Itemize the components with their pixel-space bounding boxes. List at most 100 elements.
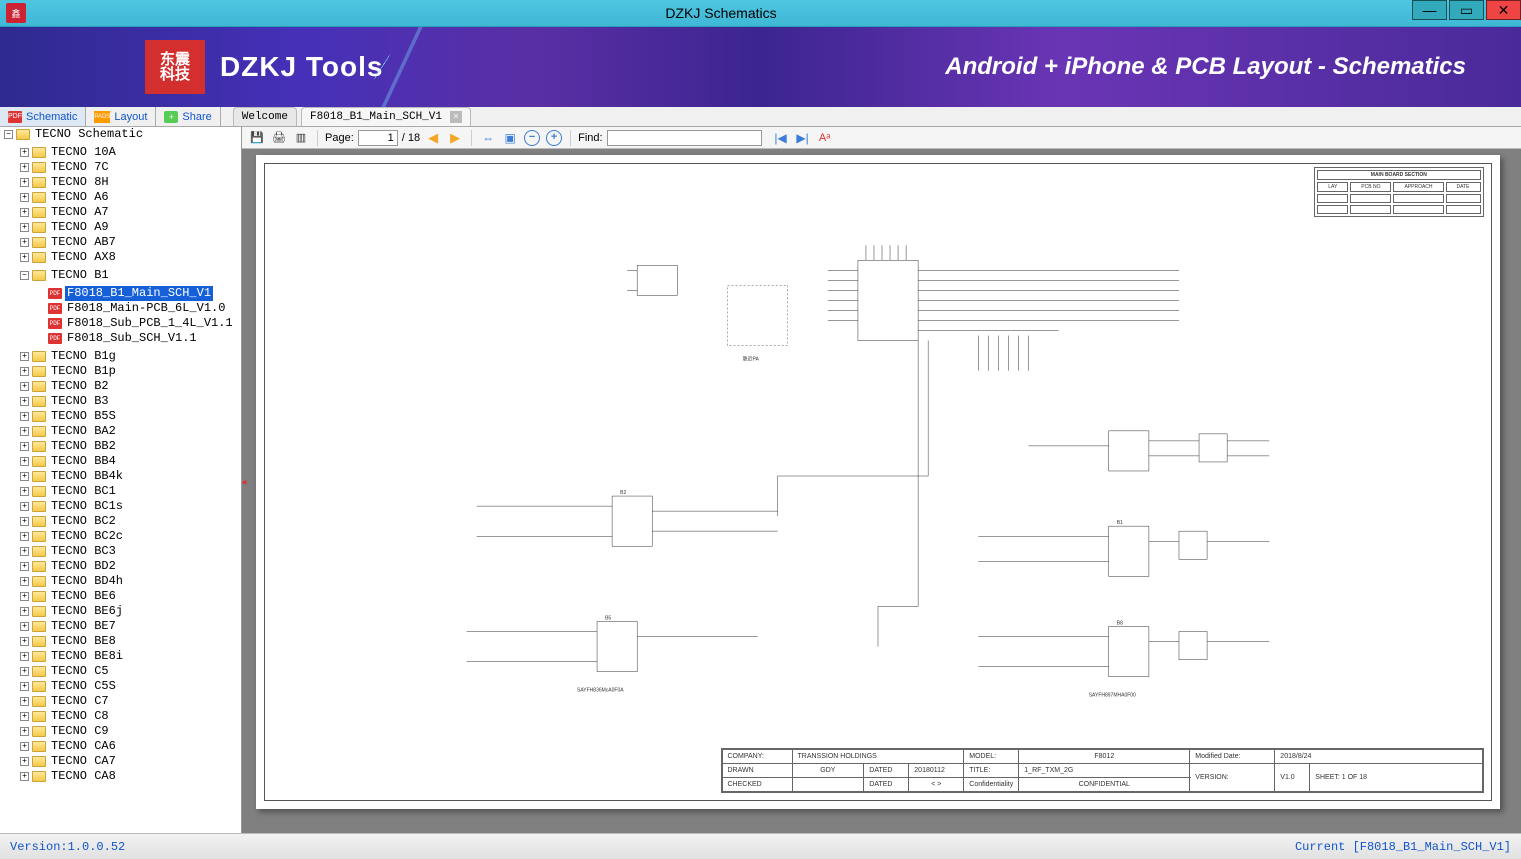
page-input[interactable] — [358, 130, 398, 146]
tree-item[interactable]: +TECNO BE6 — [20, 589, 241, 604]
expand-icon[interactable]: + — [20, 397, 29, 406]
prev-page-button[interactable]: ◀ — [424, 129, 442, 147]
tree-item[interactable]: +TECNO AX8 — [20, 250, 241, 265]
expand-icon[interactable]: + — [20, 352, 29, 361]
doc-viewport[interactable]: MAIN BOARD SECTION LAY PCB NO APPROACH D… — [242, 149, 1521, 833]
expand-icon[interactable]: + — [20, 622, 29, 631]
fit-page-button[interactable]: ▣ — [501, 129, 519, 147]
collapse-icon[interactable]: − — [20, 271, 29, 280]
tree-item[interactable]: +TECNO C7 — [20, 694, 241, 709]
tree-item[interactable]: +TECNO BB4 — [20, 454, 241, 469]
tree-item[interactable]: +TECNO BD2 — [20, 559, 241, 574]
minimize-button[interactable]: — — [1412, 0, 1447, 20]
tree-item[interactable]: +TECNO B1p — [20, 364, 241, 379]
expand-icon[interactable]: + — [20, 577, 29, 586]
tree-file[interactable]: PDFF8018_Sub_SCH_V1.1 — [36, 331, 241, 346]
tree-item[interactable]: +TECNO CA7 — [20, 754, 241, 769]
collapse-icon[interactable]: − — [4, 130, 13, 139]
expand-icon[interactable]: + — [20, 148, 29, 157]
tree-item[interactable]: +TECNO C5 — [20, 664, 241, 679]
expand-icon[interactable]: + — [20, 382, 29, 391]
tree-file[interactable]: PDFF8018_Main-PCB_6L_V1.0 — [36, 301, 241, 316]
expand-icon[interactable]: + — [20, 652, 29, 661]
tree-item[interactable]: +TECNO BC2 — [20, 514, 241, 529]
tree-item[interactable]: +TECNO BB2 — [20, 439, 241, 454]
expand-icon[interactable]: + — [20, 442, 29, 451]
expand-icon[interactable]: + — [20, 502, 29, 511]
expand-icon[interactable]: + — [20, 487, 29, 496]
tree-item[interactable]: +TECNO 7C — [20, 160, 241, 175]
expand-icon[interactable]: + — [20, 772, 29, 781]
tree-item[interactable]: +TECNO B3 — [20, 394, 241, 409]
find-prev-button[interactable]: |◀ — [772, 129, 790, 147]
tree-item[interactable]: +TECNO BC1s — [20, 499, 241, 514]
tree-item[interactable]: +TECNO B2 — [20, 379, 241, 394]
expand-icon[interactable]: + — [20, 682, 29, 691]
expand-icon[interactable]: + — [20, 712, 29, 721]
tree-item[interactable]: +TECNO BA2 — [20, 424, 241, 439]
expand-icon[interactable]: + — [20, 667, 29, 676]
find-next-button[interactable]: ▶| — [794, 129, 812, 147]
expand-icon[interactable]: + — [20, 412, 29, 421]
tree-item-b1[interactable]: − TECNO B1 PDFF8018_B1_Main_SCH_V1PDFF80… — [20, 268, 241, 346]
tab-share[interactable]: +Share — [156, 107, 220, 126]
expand-icon[interactable]: + — [20, 547, 29, 556]
maximize-button[interactable]: ▭ — [1449, 0, 1484, 20]
tab-document[interactable]: F8018_B1_Main_SCH_V1× — [301, 107, 471, 126]
tree-item[interactable]: +TECNO AB7 — [20, 235, 241, 250]
next-page-button[interactable]: ▶ — [446, 129, 464, 147]
splitter-handle[interactable] — [241, 467, 247, 497]
expand-icon[interactable]: + — [20, 562, 29, 571]
tree-item[interactable]: +TECNO BB4k — [20, 469, 241, 484]
expand-icon[interactable]: + — [20, 757, 29, 766]
tab-welcome[interactable]: Welcome — [233, 107, 297, 126]
tree-file[interactable]: PDFF8018_B1_Main_SCH_V1 — [36, 286, 241, 301]
tree-item[interactable]: +TECNO BE8 — [20, 634, 241, 649]
print-button[interactable]: 🖨 — [270, 129, 288, 147]
tree-panel[interactable]: − TECNO Schematic +TECNO 10A+TECNO 7C+TE… — [0, 127, 242, 833]
tree-item[interactable]: +TECNO BC1 — [20, 484, 241, 499]
expand-icon[interactable]: + — [20, 742, 29, 751]
tree-item[interactable]: +TECNO A9 — [20, 220, 241, 235]
tree-item[interactable]: +TECNO BE7 — [20, 619, 241, 634]
tree-item[interactable]: +TECNO BE6j — [20, 604, 241, 619]
tree-item[interactable]: +TECNO CA8 — [20, 769, 241, 784]
tree-item[interactable]: +TECNO C5S — [20, 679, 241, 694]
tree-item[interactable]: +TECNO C8 — [20, 709, 241, 724]
tab-layout[interactable]: PADSLayout — [86, 107, 156, 126]
expand-icon[interactable]: + — [20, 472, 29, 481]
tree-item[interactable]: +TECNO BC2c — [20, 529, 241, 544]
tree-item[interactable]: +TECNO B5S — [20, 409, 241, 424]
tree-item[interactable]: +TECNO BD4h — [20, 574, 241, 589]
tree-root-item[interactable]: − TECNO Schematic +TECNO 10A+TECNO 7C+TE… — [4, 127, 241, 784]
tree-item[interactable]: +TECNO B1g — [20, 349, 241, 364]
tree-item[interactable]: +TECNO 10A — [20, 145, 241, 160]
expand-icon[interactable]: + — [20, 727, 29, 736]
pages-button[interactable]: ▥ — [292, 129, 310, 147]
close-button[interactable]: ✕ — [1486, 0, 1521, 20]
tree-item[interactable]: +TECNO 8H — [20, 175, 241, 190]
fit-width-button[interactable]: ⇔ — [479, 129, 497, 147]
expand-icon[interactable]: + — [20, 178, 29, 187]
expand-icon[interactable]: + — [20, 427, 29, 436]
expand-icon[interactable]: + — [20, 238, 29, 247]
tree-item[interactable]: +TECNO C9 — [20, 724, 241, 739]
expand-icon[interactable]: + — [20, 532, 29, 541]
expand-icon[interactable]: + — [20, 517, 29, 526]
expand-icon[interactable]: + — [20, 208, 29, 217]
tree-item[interactable]: +TECNO BE8i — [20, 649, 241, 664]
expand-icon[interactable]: + — [20, 367, 29, 376]
expand-icon[interactable]: + — [20, 253, 29, 262]
expand-icon[interactable]: + — [20, 193, 29, 202]
zoom-out-button[interactable]: − — [523, 129, 541, 147]
find-input[interactable] — [607, 130, 762, 146]
expand-icon[interactable]: + — [20, 607, 29, 616]
tree-item[interactable]: +TECNO A6 — [20, 190, 241, 205]
tab-schematic[interactable]: PDFSchematic — [0, 107, 86, 126]
expand-icon[interactable]: + — [20, 163, 29, 172]
tree-item[interactable]: +TECNO BC3 — [20, 544, 241, 559]
tree-file[interactable]: PDFF8018_Sub_PCB_1_4L_V1.1 — [36, 316, 241, 331]
tree-item[interactable]: +TECNO CA6 — [20, 739, 241, 754]
expand-icon[interactable]: + — [20, 223, 29, 232]
close-tab-icon[interactable]: × — [450, 111, 462, 123]
